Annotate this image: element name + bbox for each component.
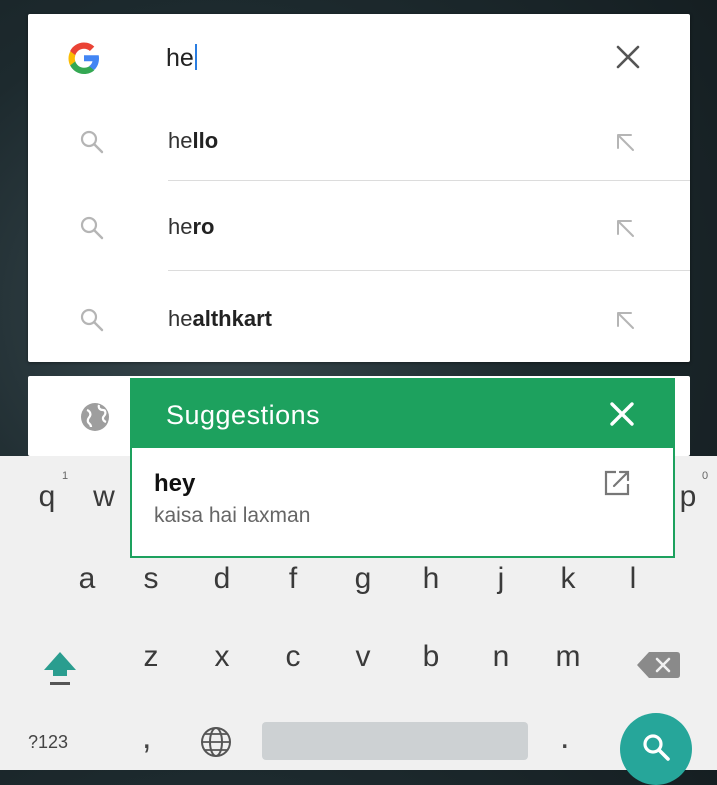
suggestion-subtitle: kaisa hai laxman [154,504,311,527]
symbols-key[interactable]: ?123 [28,732,68,753]
search-icon [643,734,670,761]
key-z[interactable]: z [126,640,176,674]
key-k[interactable]: k [543,562,593,596]
suggestion-row[interactable]: healthkart [28,276,690,366]
key-q[interactable]: q [22,480,72,514]
key-x[interactable]: x [197,640,247,674]
period-key[interactable]: . [560,718,569,757]
arrow-up-left-icon[interactable] [611,128,639,156]
key-h[interactable]: h [406,562,456,596]
text-caret [194,44,197,70]
globe-icon[interactable] [196,722,236,762]
popup-suggestion-item[interactable]: hey kaisa hai laxman [132,448,673,556]
search-icon [80,308,104,332]
google-g-icon [68,42,99,74]
key-m[interactable]: m [543,640,593,674]
arrow-up-left-icon[interactable] [611,214,639,242]
close-icon[interactable] [604,396,640,432]
suggestion-label: hero [168,214,215,239]
space-bar[interactable] [262,722,528,760]
key-n[interactable]: n [476,640,526,674]
key-f[interactable]: f [268,562,318,596]
divider [168,270,690,271]
comma-key[interactable]: , [142,718,151,757]
suggestions-popup: Suggestions hey kaisa hai laxman [130,378,675,558]
search-query: he [166,44,194,72]
key-b[interactable]: b [406,640,456,674]
key-hint-1: 1 [62,470,69,482]
shift-icon[interactable] [38,646,82,690]
divider [168,180,690,181]
search-submit-button[interactable] [620,713,692,785]
key-a[interactable]: a [62,562,112,596]
arrow-up-left-icon[interactable] [611,306,639,334]
search-input[interactable]: he [166,44,197,73]
suggestion-row[interactable]: hello [28,98,690,188]
suggestion-label: healthkart [168,306,272,331]
suggestion-row[interactable]: hero [28,184,690,274]
popup-header: Suggestions [132,380,673,448]
search-card: he hello hero healthkart [28,14,690,362]
key-g[interactable]: g [338,562,388,596]
suggestion-title: hey [154,470,196,497]
open-external-icon[interactable] [602,468,632,498]
search-icon [80,216,104,240]
search-icon [80,130,104,154]
key-w[interactable]: w [84,480,124,514]
popup-title: Suggestions [166,400,321,430]
globe-icon [81,403,109,431]
key-v[interactable]: v [338,640,388,674]
key-j[interactable]: j [476,562,526,596]
key-l[interactable]: l [608,562,658,596]
close-icon[interactable] [611,40,645,74]
suggestion-label: hello [168,128,219,153]
key-c[interactable]: c [268,640,318,674]
key-hint-0: 0 [702,470,709,482]
search-bar[interactable]: he [28,14,690,98]
key-s[interactable]: s [126,562,176,596]
backspace-icon[interactable] [633,648,683,682]
key-d[interactable]: d [197,562,247,596]
